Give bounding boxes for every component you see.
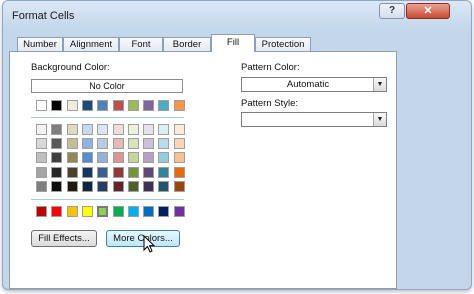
theme-shade-swatch[interactable] <box>97 180 109 192</box>
fill-effects-button[interactable]: Fill Effects... <box>31 230 97 247</box>
background-color-label: Background Color: <box>31 62 110 73</box>
theme-shade-swatch[interactable] <box>36 124 47 135</box>
theme-color-swatch[interactable] <box>36 100 47 111</box>
theme-shade-swatch[interactable] <box>66 152 78 164</box>
tab-number[interactable]: Number <box>17 37 63 52</box>
theme-shade-swatch[interactable] <box>112 166 124 178</box>
title-bar[interactable]: Format Cells ? ✕ <box>3 1 471 29</box>
pattern-style-label: Pattern Style: <box>241 98 299 109</box>
tab-fill[interactable]: Fill <box>211 34 255 52</box>
theme-shade-swatch[interactable] <box>173 180 185 192</box>
help-button[interactable]: ? <box>379 3 405 19</box>
standard-color-swatch[interactable] <box>143 206 155 217</box>
no-color-button[interactable]: No Color <box>31 79 183 93</box>
theme-shade-swatch[interactable] <box>143 152 155 164</box>
pattern-style-dropdown[interactable]: ▼ <box>241 112 387 127</box>
standard-color-swatch[interactable] <box>158 206 170 217</box>
theme-shade-swatch[interactable] <box>81 152 93 164</box>
tab-alignment[interactable]: Alignment <box>63 37 119 52</box>
theme-color-swatch[interactable] <box>51 100 63 111</box>
theme-shade-swatch[interactable] <box>97 124 109 135</box>
theme-color-swatch[interactable] <box>112 100 124 111</box>
theme-color-swatch[interactable] <box>81 100 93 111</box>
theme-shade-swatch[interactable] <box>97 152 109 164</box>
theme-shade-swatch[interactable] <box>127 180 139 192</box>
theme-shade-swatch[interactable] <box>66 180 78 192</box>
theme-shade-swatch[interactable] <box>36 180 47 192</box>
standard-color-swatch[interactable] <box>81 206 93 217</box>
theme-shade-swatch[interactable] <box>173 166 185 178</box>
pattern-color-label: Pattern Color: <box>241 62 300 73</box>
theme-shade-swatch[interactable] <box>36 152 47 164</box>
theme-shade-swatch[interactable] <box>51 166 63 178</box>
pattern-color-dropdown[interactable]: Automatic ▼ <box>241 77 387 92</box>
theme-shade-swatch[interactable] <box>173 152 185 164</box>
theme-shade-swatch[interactable] <box>51 124 63 135</box>
theme-color-swatch[interactable] <box>173 100 185 111</box>
theme-shade-swatch[interactable] <box>127 166 139 178</box>
theme-shade-swatch[interactable] <box>143 166 155 178</box>
theme-shade-swatch[interactable] <box>81 180 93 192</box>
theme-shade-swatch[interactable] <box>112 180 124 192</box>
theme-color-swatch[interactable] <box>143 100 155 111</box>
theme-shade-swatch[interactable] <box>127 152 139 164</box>
theme-shade-swatch[interactable] <box>36 166 47 178</box>
theme-shade-swatch[interactable] <box>158 124 170 135</box>
theme-color-swatch[interactable] <box>66 100 78 111</box>
theme-shade-swatch[interactable] <box>36 138 47 150</box>
theme-shade-swatch[interactable] <box>143 180 155 192</box>
palette-divider <box>31 199 184 200</box>
theme-shade-swatch[interactable] <box>66 138 78 150</box>
tab-protection[interactable]: Protection <box>255 37 311 52</box>
chevron-down-icon[interactable]: ▼ <box>373 113 386 126</box>
theme-shade-swatch[interactable] <box>51 152 63 164</box>
theme-shade-swatch[interactable] <box>143 124 155 135</box>
theme-shade-swatch[interactable] <box>81 166 93 178</box>
tab-border[interactable]: Border <box>163 37 211 52</box>
theme-shade-swatch[interactable] <box>158 152 170 164</box>
dialog-title: Format Cells <box>12 10 75 22</box>
theme-shade-swatch[interactable] <box>127 138 139 150</box>
theme-shade-swatch[interactable] <box>81 124 93 135</box>
chevron-down-icon[interactable]: ▼ <box>373 78 386 91</box>
theme-shade-swatch[interactable] <box>66 166 78 178</box>
format-cells-dialog: Format Cells ? ✕ Number Alignment Font B… <box>2 0 472 290</box>
pattern-color-value: Automatic <box>286 79 330 90</box>
theme-shade-swatch[interactable] <box>158 180 170 192</box>
mouse-pointer-icon <box>143 235 156 253</box>
theme-shade-swatch[interactable] <box>173 138 185 150</box>
theme-shade-swatch[interactable] <box>143 138 155 150</box>
standard-color-swatch[interactable] <box>127 206 139 217</box>
theme-color-swatch[interactable] <box>158 100 170 111</box>
theme-shade-swatch[interactable] <box>112 124 124 135</box>
theme-shade-swatch[interactable] <box>66 124 78 135</box>
standard-color-swatch[interactable] <box>112 206 124 217</box>
standard-color-swatch[interactable] <box>36 206 47 217</box>
standard-color-swatch[interactable] <box>66 206 78 217</box>
standard-color-swatch[interactable] <box>97 206 109 217</box>
standard-color-swatch[interactable] <box>51 206 63 217</box>
theme-shade-swatch[interactable] <box>97 166 109 178</box>
standard-color-swatch[interactable] <box>173 206 185 217</box>
theme-shade-swatch[interactable] <box>51 180 63 192</box>
theme-shade-swatch[interactable] <box>97 138 109 150</box>
tab-font[interactable]: Font <box>119 37 163 52</box>
theme-color-swatch[interactable] <box>97 100 109 111</box>
theme-shade-swatch[interactable] <box>158 138 170 150</box>
theme-shade-swatch[interactable] <box>81 138 93 150</box>
theme-shade-swatch[interactable] <box>173 124 185 135</box>
close-button[interactable]: ✕ <box>406 3 450 19</box>
theme-shade-swatch[interactable] <box>51 138 63 150</box>
theme-shade-swatch[interactable] <box>158 166 170 178</box>
theme-shade-swatch[interactable] <box>127 124 139 135</box>
theme-shade-swatch[interactable] <box>112 138 124 150</box>
theme-color-swatch[interactable] <box>127 100 139 111</box>
theme-shade-swatch[interactable] <box>112 152 124 164</box>
palette-divider <box>31 117 184 118</box>
